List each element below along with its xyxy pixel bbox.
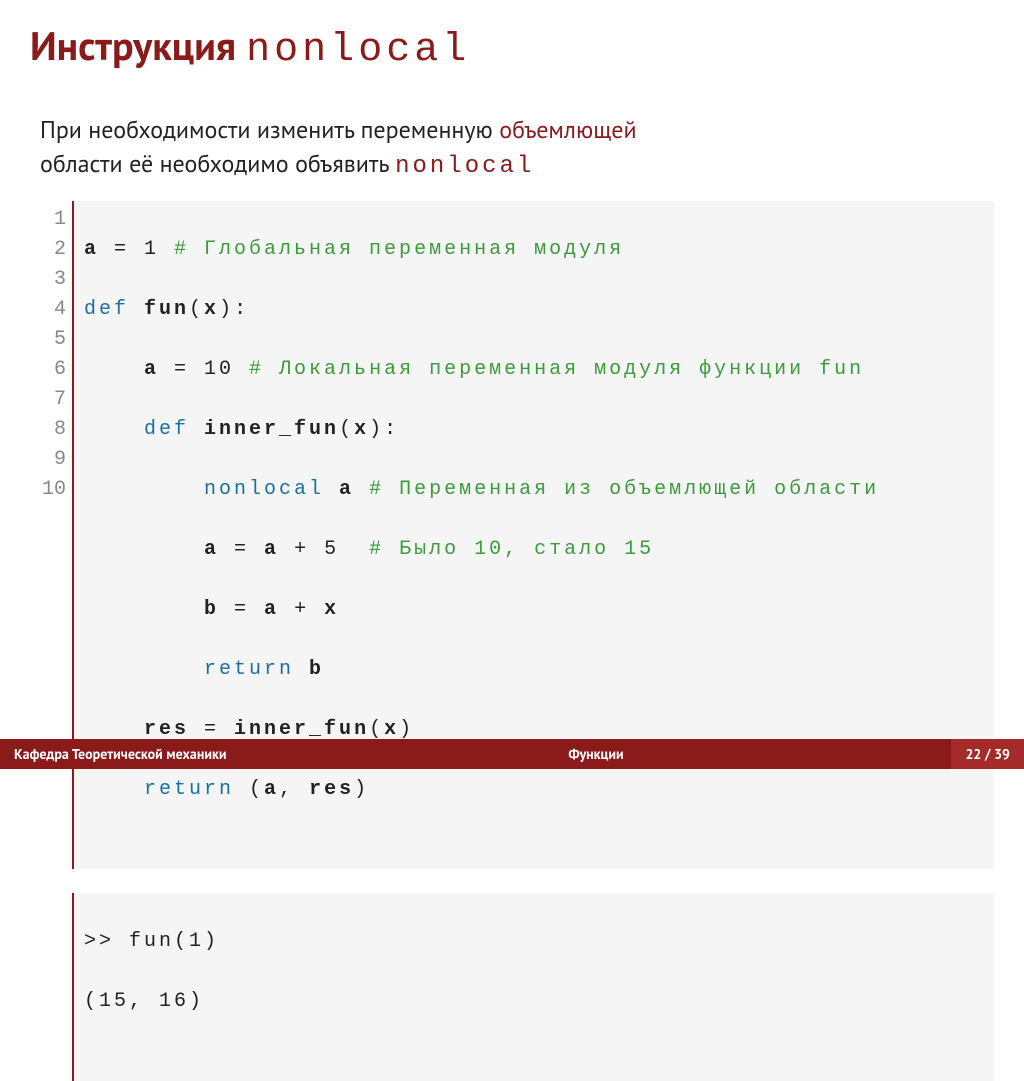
footer-bar: Кафедра Теоретической механики Функции 2… [0, 739, 1024, 769]
description: При необходимости изменить переменную об… [40, 113, 994, 183]
slide-title: Инструкция nonlocal [30, 20, 994, 73]
footer-page: 22 / 39 [951, 739, 1024, 769]
output-listing: >> fun(1) (15, 16) [72, 893, 994, 1081]
footer-center: Функции [240, 745, 951, 763]
title-word: Инструкция [30, 20, 236, 72]
title-mono: nonlocal [246, 28, 470, 73]
footer-left: Кафедра Теоретической механики [0, 745, 240, 763]
